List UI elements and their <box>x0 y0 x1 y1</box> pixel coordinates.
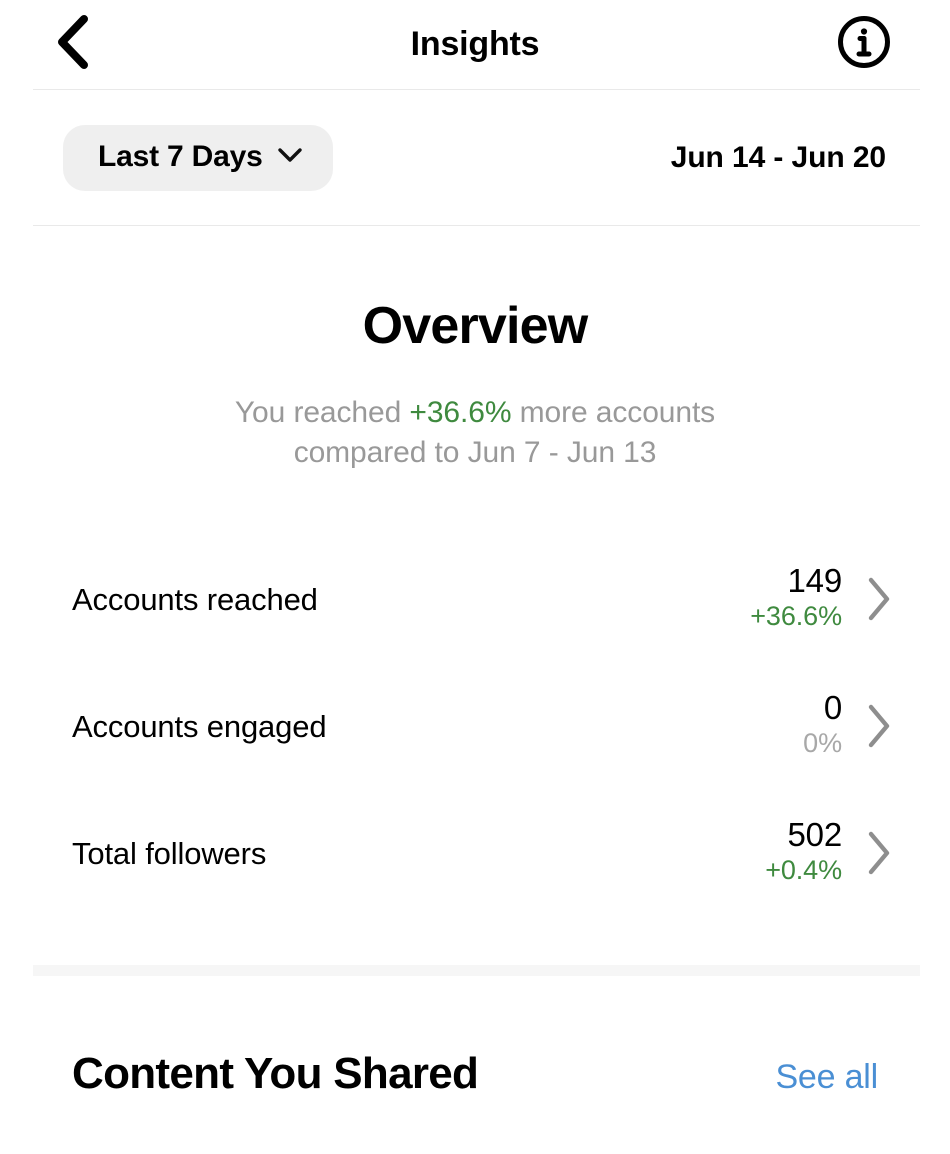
metric-row-accounts-reached[interactable]: Accounts reached 149 +36.6% <box>0 536 950 663</box>
chevron-right-icon[interactable] <box>842 830 892 876</box>
metric-delta: +0.4% <box>765 855 842 886</box>
info-circle-icon <box>837 15 891 74</box>
metric-value: 502 <box>787 815 843 853</box>
section-separator <box>33 964 920 976</box>
chevron-right-icon[interactable] <box>842 703 892 749</box>
overview-summary-suffix: more accounts <box>511 396 716 430</box>
metric-value: 0 <box>823 688 842 726</box>
overview-summary-prefix: You reached <box>234 396 410 430</box>
page-title: Insights <box>410 24 540 63</box>
metric-values: 502 +0.4% <box>722 815 843 889</box>
metrics-list: Accounts reached 149 +36.6% Accounts eng… <box>0 536 950 917</box>
chevron-down-icon <box>277 147 303 166</box>
date-range-selector-label: Last 7 Days <box>98 139 263 173</box>
date-filter-bar: Last 7 Days Jun 14 - Jun 20 <box>0 90 950 225</box>
overview-section: Overview You reached +36.6% more account… <box>0 226 950 474</box>
metric-label: Accounts reached <box>72 581 318 617</box>
metric-delta: 0% <box>803 728 842 759</box>
metric-delta: +36.6% <box>750 601 842 632</box>
metric-label: Total followers <box>72 835 267 871</box>
chevron-left-icon <box>55 15 89 74</box>
see-all-link[interactable]: See all <box>775 1060 878 1094</box>
metric-label: Accounts engaged <box>72 708 327 744</box>
overview-summary-comparison: compared to Jun 7 - Jun 13 <box>293 436 657 470</box>
overview-summary-delta: +36.6% <box>409 396 512 430</box>
content-shared-section-header: Content You Shared See all <box>0 976 950 1096</box>
insights-screen: Insights Last 7 Days Jun 14 - Jun 20 Ove… <box>0 0 950 1154</box>
metric-row-total-followers[interactable]: Total followers 502 +0.4% <box>0 790 950 917</box>
chevron-right-icon[interactable] <box>842 576 892 622</box>
date-range-text: Jun 14 - Jun 20 <box>670 140 886 174</box>
metric-value: 149 <box>787 561 843 599</box>
back-button[interactable] <box>44 15 100 74</box>
date-range-selector[interactable]: Last 7 Days <box>63 124 333 191</box>
navigation-bar: Insights <box>0 0 950 89</box>
metric-row-accounts-engaged[interactable]: Accounts engaged 0 0% <box>0 663 950 790</box>
metric-values: 149 +36.6% <box>722 561 843 635</box>
content-shared-title: Content You Shared <box>72 1048 479 1098</box>
overview-title: Overview <box>362 297 589 355</box>
metric-values: 0 0% <box>722 688 842 762</box>
info-button[interactable] <box>836 15 892 74</box>
overview-summary: You reached +36.6% more accounts compare… <box>0 393 950 473</box>
